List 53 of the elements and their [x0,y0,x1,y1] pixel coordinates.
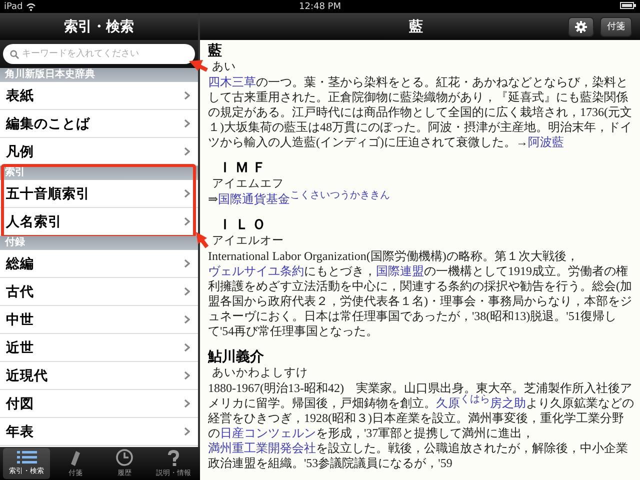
annotation-arrow [196,232,209,248]
chevron-icon [184,371,190,380]
cross-reference-link[interactable]: 日産コンツェルン [220,426,316,440]
entry-headword: ＩＭＦ [217,159,269,177]
cross-reference-link[interactable]: 阿波藍 [528,135,564,149]
device-name: iPad [4,2,23,12]
section-header: 索引 [0,166,198,180]
chevron-icon [184,343,190,352]
entry-reading: アイエルオー [211,234,284,249]
chevron-icon [184,287,190,296]
section-header: 付録 [0,236,198,250]
cross-reference-link[interactable]: 久原 [436,396,460,410]
gear-icon [575,20,587,32]
cross-reference-link[interactable]: 国際連盟 [376,264,424,278]
entry-reading: あいかわよしすけ [211,366,308,381]
entry-headword: ＩＬＯ [217,216,269,234]
cross-reference-link[interactable]: 四木三草 [208,75,256,89]
entry-reading: アイエムエフ [211,177,284,192]
chevron-icon [184,259,190,268]
entry-text: ⇒国際通貨基金$^{こくさいつうかききん}$ [208,192,392,207]
chevron-icon [184,399,190,408]
entry-reading: あい [211,60,236,75]
clock-icon [116,449,133,466]
cross-reference-link[interactable]: 国際通貨基金 [218,192,290,206]
question-mark-icon [168,450,179,466]
entry-headword: 藍 [208,42,222,60]
sticky-note-button[interactable]: 付箋 [600,16,632,36]
cross-reference-link[interactable]: 房之助 [490,396,526,410]
page-title: 藍 [409,18,423,36]
entry-text: International Labor Organization(国際労働機構)の略称。第１次大戦後， ヴェルサイユ条約にもとづき，国際連盟の一機構として1919成立。労働者の権利擁護をめざす立法活動を中心に，関連する条約の採択や勧告を行う。総会(加盟各国から政府代表２，労使代表各１名)・理事会・事務局からなり，本部をジュネーヴにおく。日本は常任理事国であったが，'38(昭和13)脱退。'51復帰して'54再び常任理事国となった。 [208,249,633,339]
wifi-icon [26,2,36,10]
chevron-icon [184,217,190,226]
panel-title: 索引・検索 [64,18,134,36]
battery-icon [620,2,636,8]
tag-icon [71,450,80,466]
chevron-icon [184,119,190,128]
section-header: 角川新版日本史辞典 [0,68,198,82]
list-icon [16,451,36,464]
chevron-icon [184,147,190,156]
clock-time: 12:48 PM [299,2,341,12]
chevron-icon [184,189,190,198]
chevron-icon [184,91,190,100]
entry-text: 1880-1967(明治13-昭和42) 実業家。山口県出身。東大卒。芝浦製作所入社後アメリカに留学。帰国後，戸畑鋳物を創立。久原$^{くはら}$房之助 より久原鉱業などの経営をひきつぎ，1928(昭和３)日本産業を設立。満州事変後，重化学工業分野の日産コンツェルン を形成，'37軍部と提携して満州に進出， 満州重工業開発会社を設立した。戦後，公職追放されたが，解除後，中小企業政治連盟を組織。'53参議院議員になるが，'59 [208,381,634,471]
entry-headword: 鮎川義介 [208,348,264,366]
settings-button[interactable] [568,16,594,36]
chevron-icon [184,427,190,436]
search-field[interactable]: キーワードを入れてください [3,44,195,64]
cross-reference-link[interactable]: ヴェルサイユ条約 [208,264,304,278]
cross-reference-link[interactable]: 満州重工業開発会社 [208,441,316,455]
annotation-arrow [189,60,208,72]
search-icon [10,50,19,59]
chevron-icon [184,315,190,324]
entry-text: 四木三草の一つ。葉・茎から染料をとる。紅花・あかねなどとならび，染料として古来重用された。正倉院御物に藍染織物があり，『延喜式』にも藍染関係の規定がある。江戸時代には商品作物として全国的に広く栽培され，1736(元文１)大坂集荷の藍玉は48万貫にのぼった。阿波・摂津が主産地。明治末年，ドイツから輸入の人造藍(インディゴ)に圧迫されて衰微した。→阿波藍 [208,75,633,150]
